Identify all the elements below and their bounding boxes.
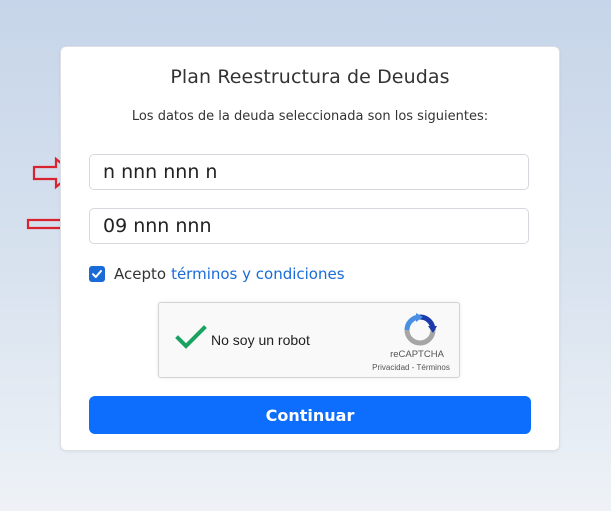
recaptcha-privacy-link[interactable]: Privacidad	[372, 363, 409, 372]
recaptcha-logo-icon	[404, 313, 437, 346]
debt-field-2[interactable]: 09 nnn nnn	[89, 208, 529, 244]
recaptcha-brand: reCAPTCHA	[390, 349, 444, 360]
page-subtitle: Los datos de la deuda seleccionada son l…	[131, 109, 489, 124]
recaptcha-links: Privacidad - Términos	[363, 363, 459, 372]
recaptcha-separator: -	[411, 363, 415, 372]
recaptcha-terms-link[interactable]: Términos	[417, 363, 450, 372]
page-title: Plan Reestructura de Deudas	[170, 66, 450, 88]
terms-row: Acepto términos y condiciones	[89, 263, 345, 285]
debt-field-1-value: n nnn nnn n	[103, 161, 218, 183]
recaptcha-widget: No soy un robot reCAPTCHA Privacidad - T…	[158, 302, 460, 378]
checkmark-icon	[92, 270, 102, 278]
checkmark-icon[interactable]	[175, 325, 207, 351]
debt-field-2-value: 09 nnn nnn	[103, 215, 212, 237]
terms-checkbox[interactable]	[89, 266, 105, 282]
debt-field-1[interactable]: n nnn nnn n	[89, 154, 529, 190]
recaptcha-label: No soy un robot	[211, 332, 310, 348]
continue-button[interactable]: Continuar	[89, 396, 531, 434]
terms-prefix: Acepto	[114, 265, 167, 283]
terms-link[interactable]: términos y condiciones	[171, 265, 344, 283]
debt-restructure-card: Plan Reestructura de Deudas Los datos de…	[60, 46, 560, 451]
